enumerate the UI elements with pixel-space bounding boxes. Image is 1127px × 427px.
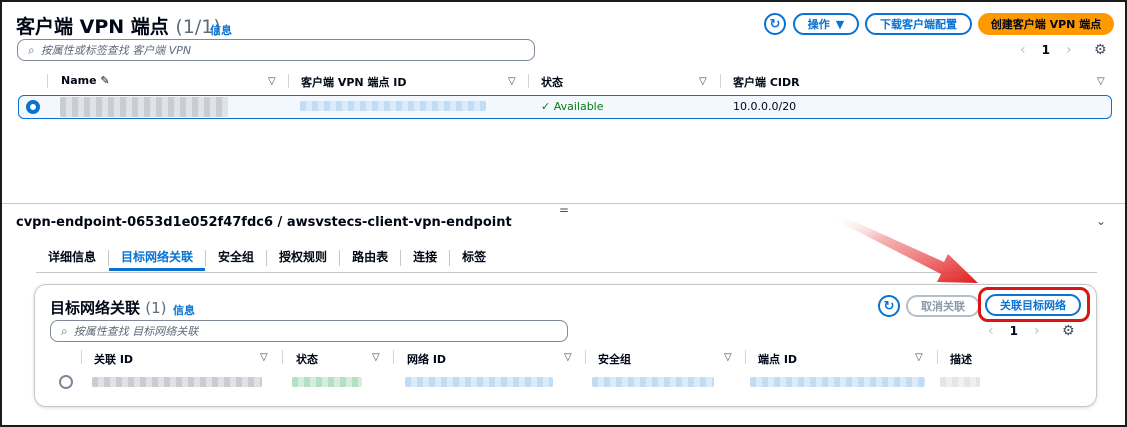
column-separator (937, 350, 938, 364)
card-title-text: 目标网络关联 (50, 299, 141, 317)
detail-title: cvpn-endpoint-0653d1e052f47fdc6 / awsvst… (16, 215, 512, 230)
endpoint-search-placeholder: 按属性或标签查找 客户端 VPN (40, 44, 192, 57)
column-separator (81, 350, 82, 364)
download-config-button[interactable]: 下载客户端配置 (865, 13, 972, 35)
column-separator (745, 350, 746, 364)
tab-tags[interactable]: 标签 (450, 245, 498, 271)
redacted-endpoint-id (750, 377, 925, 387)
sort-icon[interactable]: ▽ (1097, 76, 1105, 87)
tab-details[interactable]: 详细信息 (36, 245, 108, 271)
refresh-icon: ↻ (883, 298, 895, 314)
sort-icon[interactable]: ▽ (260, 352, 268, 363)
collapse-icon[interactable]: ⌄ (1096, 214, 1106, 228)
redacted-network-id (405, 377, 553, 387)
row-radio[interactable] (59, 375, 73, 389)
column-header-description[interactable]: 描述 (950, 351, 972, 367)
chevron-left-icon[interactable]: ‹ (988, 323, 994, 339)
search-icon: ⌕ (61, 323, 68, 338)
column-header-endpoint-id[interactable]: 端点 ID (758, 351, 797, 367)
column-separator (720, 74, 721, 88)
column-separator (282, 350, 283, 364)
caret-down-icon: ▼ (835, 17, 845, 31)
top-pagination: ‹ 1 › (1012, 42, 1080, 58)
sort-icon[interactable]: ▽ (508, 76, 516, 87)
page-title: 客户端 VPN 端点 (1/1) (16, 12, 221, 39)
status-badge: ✓ Available (541, 100, 604, 113)
association-search-placeholder: 按属性查找 目标网络关联 (73, 325, 199, 338)
cidr-value: 10.0.0.0/20 (733, 100, 797, 113)
tab-authorization[interactable]: 授权规则 (267, 245, 339, 271)
association-search[interactable]: ⌕ 按属性查找 目标网络关联 (50, 320, 568, 342)
column-separator (585, 350, 586, 364)
redacted-security-group (592, 377, 714, 387)
sort-icon[interactable]: ▽ (699, 76, 707, 87)
column-header-cidr[interactable]: 客户端 CIDR (733, 74, 800, 90)
card-refresh-button[interactable]: ↻ (878, 295, 900, 317)
search-icon: ⌕ (28, 42, 35, 57)
tab-target-network[interactable]: 目标网络关联 (109, 245, 206, 271)
edit-icon: ✎ (100, 74, 110, 87)
row-radio-selected[interactable] (26, 100, 40, 114)
column-separator (528, 74, 529, 88)
refresh-button[interactable]: ↻ (764, 13, 786, 35)
actions-button[interactable]: 操作 ▼ (793, 13, 859, 35)
tab-route-table[interactable]: 路由表 (340, 245, 400, 271)
actions-label: 操作 (807, 18, 830, 31)
page-title-text: 客户端 VPN 端点 (16, 16, 169, 38)
column-header-network-id[interactable]: 网络 ID (407, 351, 446, 367)
info-link[interactable]: 信息 (210, 22, 232, 38)
redacted-association-id (92, 377, 262, 387)
disassociate-button[interactable]: 取消关联 (906, 295, 980, 317)
column-separator (47, 74, 48, 88)
column-header-status[interactable]: 状态 (296, 351, 318, 367)
column-header-status[interactable]: 状态 (541, 74, 563, 90)
column-separator (393, 350, 394, 364)
create-endpoint-button[interactable]: 创建客户端 VPN 端点 (978, 13, 1114, 35)
column-separator (288, 74, 289, 88)
sort-icon[interactable]: ▽ (372, 352, 380, 363)
sort-icon[interactable]: ▽ (268, 76, 276, 87)
gear-icon[interactable]: ⚙ (1062, 323, 1075, 339)
callout-highlight (978, 287, 1090, 322)
tabs-divider (36, 272, 1097, 273)
card-title-count: (1) (145, 299, 167, 317)
column-header-name[interactable]: Name ✎ (61, 74, 110, 87)
sort-icon[interactable]: ▽ (564, 352, 572, 363)
redacted-description (940, 377, 980, 387)
chevron-right-icon[interactable]: › (1066, 42, 1072, 58)
card-info-link[interactable]: 信息 (173, 302, 195, 318)
splitter-handle-icon[interactable]: = (559, 203, 569, 217)
check-circle-icon: ✓ (541, 100, 551, 113)
tab-connections[interactable]: 连接 (401, 245, 449, 271)
card-page-number[interactable]: 1 (1010, 324, 1018, 338)
gear-icon[interactable]: ⚙ (1094, 42, 1107, 58)
sort-icon[interactable]: ▽ (915, 352, 923, 363)
column-header-association-id[interactable]: 关联 ID (94, 351, 133, 367)
redacted-status (292, 377, 362, 387)
sort-icon[interactable]: ▽ (724, 352, 732, 363)
chevron-left-icon[interactable]: ‹ (1020, 42, 1026, 58)
column-header-security-group[interactable]: 安全组 (598, 351, 631, 367)
tab-security-groups[interactable]: 安全组 (206, 245, 266, 271)
chevron-right-icon[interactable]: › (1034, 323, 1040, 339)
endpoint-search[interactable]: ⌕ 按属性或标签查找 客户端 VPN (17, 39, 535, 61)
detail-tabs: 详细信息 目标网络关联 安全组 授权规则 路由表 连接 标签 (36, 244, 498, 272)
card-pagination: ‹ 1 › (980, 323, 1048, 339)
column-header-endpoint-id[interactable]: 客户端 VPN 端点 ID (301, 74, 407, 90)
redacted-name (60, 97, 228, 117)
redacted-endpoint-id (300, 101, 486, 111)
card-title: 目标网络关联 (1) (50, 297, 167, 318)
top-page-number[interactable]: 1 (1042, 43, 1050, 57)
refresh-icon: ↻ (769, 16, 781, 32)
